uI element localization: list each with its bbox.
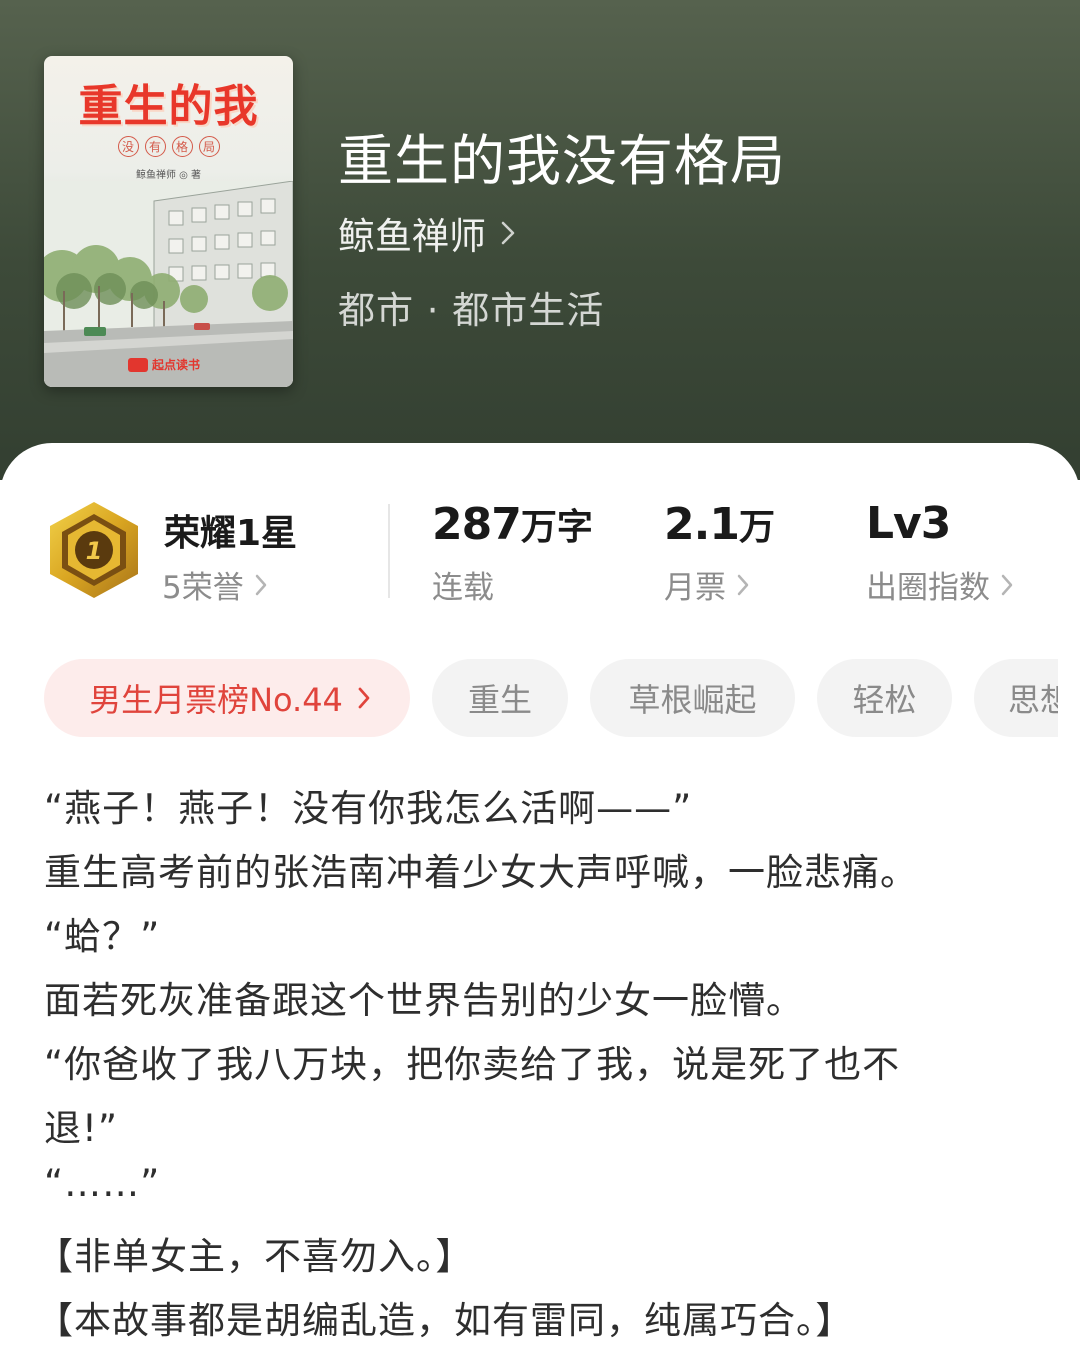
tag-item[interactable]: 轻松 xyxy=(817,659,952,737)
tag-list: 男生月票榜No.44 重生 草根崛起 轻松 思想 xyxy=(44,659,1058,737)
monthly-tickets-label: 月票 xyxy=(664,570,726,606)
tag-item[interactable]: 重生 xyxy=(432,659,568,737)
book-cover[interactable]: 重生的我 没 有 格 局 鲸鱼禅师 ◎ 著 起点读书 xyxy=(44,56,293,387)
word-count: 287万字 xyxy=(432,498,593,550)
synopsis-line: “你爸收了我八万块，把你卖给了我，说是死了也不 xyxy=(44,1043,901,1086)
cover-subtitle-char: 有 xyxy=(144,136,166,157)
rank-tag[interactable]: 男生月票榜No.44 xyxy=(44,659,410,737)
chevron-right-icon xyxy=(501,221,515,245)
honor-link[interactable]: 5荣誉 xyxy=(162,562,268,607)
cover-subtitle: 没 有 格 局 xyxy=(44,136,293,157)
synopsis-line: 【非单女主，不喜勿入。】 xyxy=(36,1235,474,1278)
author-name: 鲸鱼禅师 xyxy=(338,215,486,258)
chevron-right-icon xyxy=(255,574,266,595)
synopsis-line: “蛤？” xyxy=(44,915,161,958)
cover-brand: 起点读书 xyxy=(128,356,200,373)
chevron-right-icon xyxy=(737,574,749,595)
rank-tag-label: 男生月票榜No.44 xyxy=(89,681,343,719)
honor-count: 5荣誉 xyxy=(162,570,244,606)
synopsis-line: 【本故事都是胡编乱造，如有雷同，纯属巧合。】 xyxy=(36,1299,854,1342)
synopsis-line: 退!” xyxy=(44,1107,119,1150)
chevron-right-icon xyxy=(1001,574,1013,595)
author-link[interactable]: 鲸鱼禅师 xyxy=(338,206,516,260)
synopsis-line: 重生高考前的张浩南冲着少女大声呼喊，一脸悲痛。 xyxy=(44,851,918,894)
chevron-right-icon xyxy=(358,687,370,709)
honor-badge-icon: 1 xyxy=(50,502,138,598)
monthly-tickets-unit: 万 xyxy=(738,507,775,548)
influence-index-label: 出圈指数 xyxy=(866,570,990,606)
cover-subtitle-char: 格 xyxy=(171,136,193,157)
badge-number: 1 xyxy=(86,537,103,565)
cover-subtitle-char: 局 xyxy=(198,136,220,157)
cover-subtitle-char: 没 xyxy=(117,136,139,157)
honor-title: 荣耀1星 xyxy=(164,513,298,554)
book-genre: 都市 · 都市生活 xyxy=(338,289,605,332)
word-count-unit: 万字 xyxy=(520,507,593,548)
synopsis-line: “……” xyxy=(44,1162,161,1205)
synopsis-line: 面若死灰准备跟这个世界告别的少女一脸懵。 xyxy=(44,979,804,1022)
cover-brand-text: 起点读书 xyxy=(152,358,201,372)
tag-item[interactable]: 思想 xyxy=(974,659,1058,737)
synopsis-line: “燕子！燕子！没有你我怎么活啊——” xyxy=(44,787,693,830)
influence-index-link[interactable]: 出圈指数 xyxy=(866,562,1014,607)
monthly-tickets: 2.1万 xyxy=(664,498,775,550)
cover-author: 鲸鱼禅师 ◎ 著 xyxy=(135,170,202,181)
monthly-tickets-value: 2.1 xyxy=(664,499,740,550)
monthly-tickets-link[interactable]: 月票 xyxy=(664,562,750,607)
serial-status-label: 连载 xyxy=(432,570,494,606)
brand-logo-icon xyxy=(128,357,148,372)
cover-title: 重生的我 xyxy=(78,81,259,132)
serial-status: 连载 xyxy=(432,562,494,607)
word-count-value: 287 xyxy=(432,499,522,550)
book-title: 重生的我没有格局 xyxy=(338,129,787,193)
stats-divider xyxy=(388,504,390,598)
tag-item[interactable]: 草根崛起 xyxy=(590,659,795,737)
influence-level: Lv3 xyxy=(866,498,951,549)
